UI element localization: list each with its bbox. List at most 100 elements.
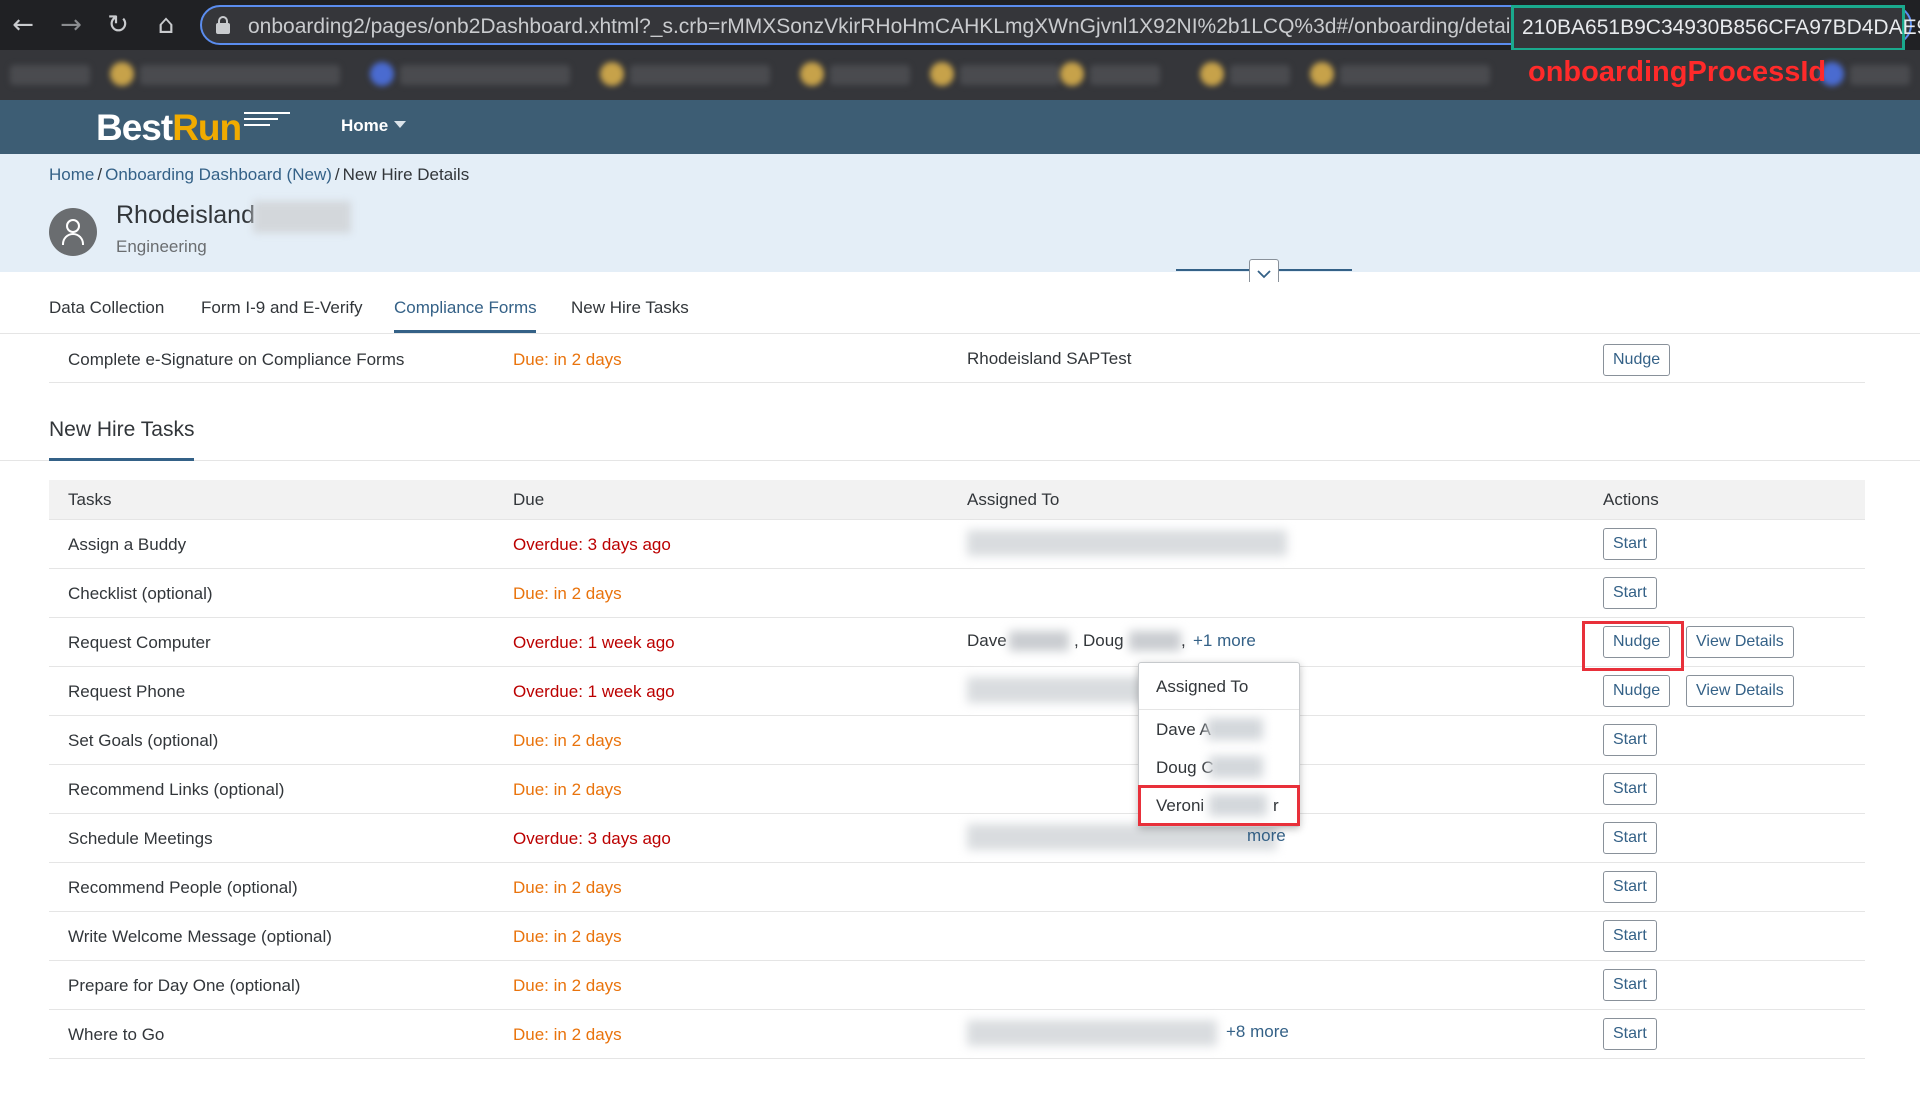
popover-title: Assigned To bbox=[1156, 677, 1249, 696]
bookmark-icon bbox=[800, 62, 824, 86]
bookmark-item[interactable] bbox=[1090, 65, 1160, 85]
tab-form-i9[interactable]: Form I-9 and E-Verify bbox=[201, 298, 363, 318]
tab-compliance-forms[interactable]: Compliance Forms bbox=[394, 298, 537, 318]
url-text: onboarding2/pages/onb2Dashboard.xhtml?_s… bbox=[248, 15, 1526, 38]
new-hire-tasks-table: Tasks Due Assigned To Actions Assign a B… bbox=[49, 480, 1865, 1059]
table-header: Tasks Due Assigned To Actions bbox=[49, 480, 1865, 520]
tab-bar: Data Collection Form I-9 and E-Verify Co… bbox=[0, 282, 1920, 334]
task-due: Due: in 2 days bbox=[513, 927, 622, 946]
compliance-assigned: Rhodeisland SAPTest bbox=[967, 349, 1132, 368]
app-header: BestRun Home bbox=[0, 100, 1920, 154]
column-header-tasks: Tasks bbox=[68, 490, 112, 509]
task-due: Due: in 2 days bbox=[513, 731, 622, 750]
table-row: Checklist (optional) Due: in 2 days Star… bbox=[49, 569, 1865, 618]
nudge-button[interactable]: Nudge bbox=[1603, 344, 1671, 376]
task-due: Due: in 2 days bbox=[513, 780, 622, 799]
chevron-down-icon bbox=[1257, 270, 1271, 279]
task-name: Recommend Links (optional) bbox=[68, 780, 285, 799]
caret-down-icon bbox=[394, 121, 407, 128]
column-header-due: Due bbox=[513, 490, 545, 509]
tab-new-hire-tasks[interactable]: New Hire Tasks bbox=[571, 298, 689, 318]
section-divider bbox=[0, 460, 1920, 461]
task-name: Recommend People (optional) bbox=[68, 878, 298, 897]
table-row: Prepare for Day One (optional) Due: in 2… bbox=[49, 961, 1865, 1010]
table-row: Recommend People (optional) Due: in 2 da… bbox=[49, 863, 1865, 912]
redacted-assignees bbox=[967, 1020, 1217, 1046]
redacted-last-name bbox=[253, 201, 351, 233]
task-name: Write Welcome Message (optional) bbox=[68, 927, 332, 946]
start-button[interactable]: Start bbox=[1603, 773, 1657, 805]
task-name: Request Phone bbox=[68, 682, 186, 701]
bookmark-icon bbox=[1060, 62, 1084, 86]
compliance-row: Complete e-Signature on Compliance Forms… bbox=[49, 336, 1865, 383]
table-row: Request Phone Overdue: 1 week ago Nudge … bbox=[49, 667, 1865, 716]
task-due: Due: in 2 days bbox=[513, 584, 622, 603]
more-assignees-link[interactable]: +1 more bbox=[1193, 631, 1256, 651]
bookmark-icon bbox=[600, 62, 624, 86]
start-button[interactable]: Start bbox=[1603, 1018, 1657, 1050]
section-title-underline bbox=[49, 458, 194, 461]
tab-data-collection[interactable]: Data Collection bbox=[49, 298, 164, 318]
arrow-left-icon[interactable]: ← bbox=[6, 8, 40, 42]
column-header-assigned: Assigned To bbox=[967, 490, 1060, 509]
task-name: Request Computer bbox=[68, 633, 211, 652]
bookmark-item[interactable] bbox=[140, 65, 340, 85]
task-due: Overdue: 3 days ago bbox=[513, 829, 671, 848]
start-button[interactable]: Start bbox=[1603, 724, 1657, 756]
breadcrumb: Home / Onboarding Dashboard (New) / New Hire… bbox=[49, 165, 470, 184]
start-button[interactable]: Start bbox=[1603, 577, 1657, 609]
arrow-right-icon[interactable]: → bbox=[54, 8, 88, 42]
table-row: Set Goals (optional) Due: in 2 days Star… bbox=[49, 716, 1865, 765]
nudge-button[interactable]: Nudge bbox=[1603, 675, 1671, 707]
bookmark-item[interactable] bbox=[830, 65, 910, 85]
company-logo[interactable]: BestRun bbox=[96, 107, 242, 149]
reload-icon[interactable]: ↻ bbox=[101, 8, 135, 42]
start-button[interactable]: Start bbox=[1603, 871, 1657, 903]
view-details-button[interactable]: View Details bbox=[1686, 626, 1794, 658]
redacted-assignees bbox=[967, 530, 1287, 556]
home-menu[interactable]: Home bbox=[341, 116, 407, 136]
bookmark-item[interactable] bbox=[630, 65, 770, 85]
object-header: Home / Onboarding Dashboard (New) / New Hire… bbox=[0, 154, 1920, 289]
home-icon[interactable]: ⌂ bbox=[149, 8, 183, 42]
start-button[interactable]: Start bbox=[1603, 969, 1657, 1001]
employee-name: Rhodeisland bbox=[116, 201, 255, 229]
avatar bbox=[49, 208, 97, 256]
bookmark-item[interactable] bbox=[1230, 65, 1290, 85]
annotation-label: onboardingProcessId bbox=[1528, 56, 1827, 88]
start-button[interactable]: Start bbox=[1603, 528, 1657, 560]
more-assignees-link[interactable]: +8 more bbox=[1226, 1022, 1289, 1042]
compliance-task: Complete e-Signature on Compliance Forms bbox=[68, 350, 405, 369]
assigned-name: Doug bbox=[1083, 631, 1124, 650]
start-button[interactable]: Start bbox=[1603, 920, 1657, 952]
bookmark-item[interactable] bbox=[1850, 65, 1910, 85]
bookmark-item[interactable] bbox=[1340, 65, 1490, 85]
column-header-actions: Actions bbox=[1603, 490, 1659, 509]
table-row: Schedule Meetings Overdue: 3 days ago mo… bbox=[49, 814, 1865, 863]
popover-divider bbox=[1139, 709, 1299, 710]
bookmark-item[interactable] bbox=[400, 65, 570, 85]
header-divider bbox=[1176, 269, 1249, 271]
task-due: Overdue: 1 week ago bbox=[513, 682, 675, 701]
popover-assignee[interactable]: Dave A bbox=[1156, 720, 1211, 740]
logo-speed-lines bbox=[244, 112, 290, 134]
breadcrumb-dashboard[interactable]: Onboarding Dashboard (New) bbox=[105, 165, 332, 184]
table-row: Recommend Links (optional) Due: in 2 day… bbox=[49, 765, 1865, 814]
start-button[interactable]: Start bbox=[1603, 822, 1657, 854]
task-due: Due: in 2 days bbox=[513, 1025, 622, 1044]
task-name: Assign a Buddy bbox=[68, 535, 187, 554]
task-due: Due: in 2 days bbox=[513, 976, 622, 995]
redacted-surname bbox=[1009, 631, 1069, 651]
more-assignees-link[interactable]: more bbox=[1247, 826, 1286, 846]
table-row: Where to Go Due: in 2 days +8 more Start bbox=[49, 1010, 1865, 1059]
bookmark-item[interactable] bbox=[960, 65, 1060, 85]
popover-assignee[interactable]: Doug C bbox=[1156, 758, 1214, 778]
section-title: New Hire Tasks bbox=[49, 418, 195, 441]
breadcrumb-home[interactable]: Home bbox=[49, 165, 94, 184]
redacted-surname bbox=[1209, 756, 1263, 778]
bookmark-item[interactable] bbox=[10, 65, 90, 85]
process-id-highlight: 210BA651B9C34930B856CFA97BD4DAE9 bbox=[1511, 5, 1920, 51]
task-name: Set Goals (optional) bbox=[68, 731, 219, 750]
view-details-button[interactable]: View Details bbox=[1686, 675, 1794, 707]
redacted-surname bbox=[1129, 631, 1181, 651]
